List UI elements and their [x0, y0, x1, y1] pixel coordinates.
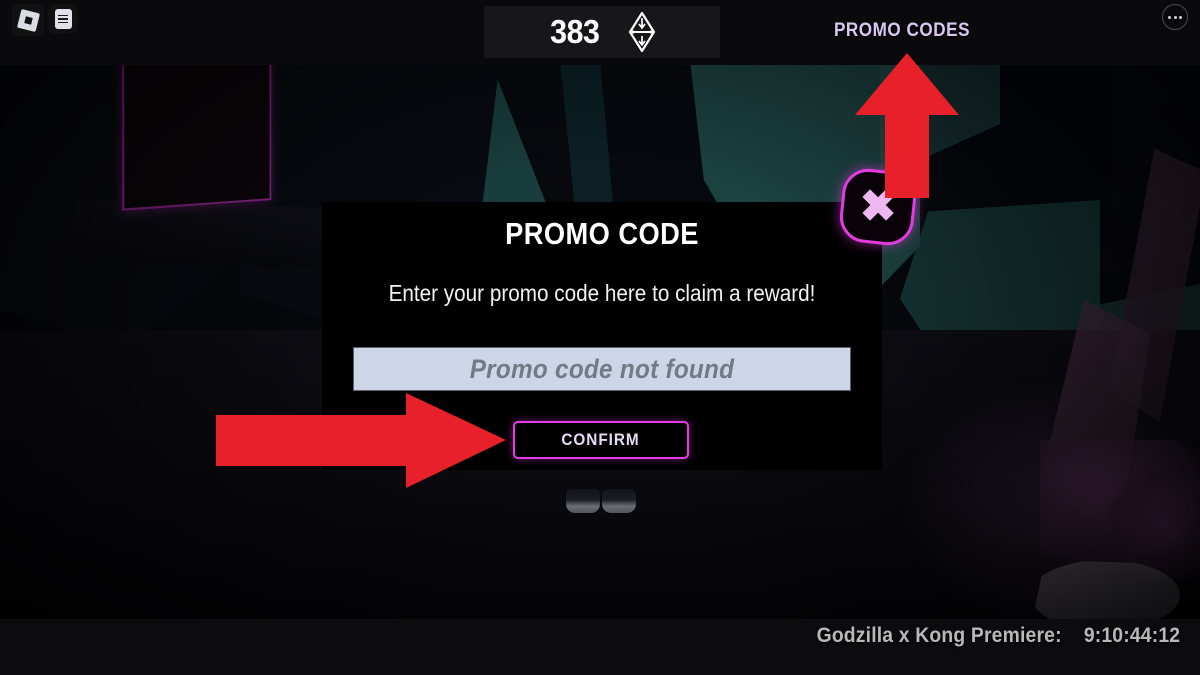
more-options-icon[interactable]: [1162, 4, 1188, 30]
confirm-button-label: CONFIRM: [561, 430, 641, 449]
avatar-shoe-left: [566, 489, 600, 513]
roblox-logo-icon[interactable]: [12, 4, 44, 36]
currency-counter: 383: [484, 6, 720, 58]
menu-sheet-icon[interactable]: [48, 4, 78, 34]
event-countdown-label: Godzilla x Kong Premiere:: [816, 624, 1062, 647]
red-arrow-up-annotation: [855, 53, 959, 198]
dialog-subtitle: Enter your promo code here to claim a re…: [388, 280, 816, 306]
avatar-shoe-right: [602, 489, 636, 513]
promo-code-input-placeholder: Promo code not found: [469, 353, 735, 384]
red-arrow-right-annotation: [216, 393, 506, 488]
poster-neon-frame: [122, 49, 272, 211]
promo-code-input[interactable]: Promo code not found: [353, 347, 851, 391]
event-countdown: Godzilla x Kong Premiere: 9:10:44:12: [816, 624, 1180, 648]
dialog-title: PROMO CODE: [505, 216, 699, 251]
movie-poster-billboard: [122, 49, 272, 211]
promo-codes-button[interactable]: PROMO CODES: [801, 20, 1003, 42]
confirm-button[interactable]: CONFIRM: [513, 421, 689, 459]
gem-icon: [628, 12, 656, 52]
event-countdown-value: 9:10:44:12: [1083, 624, 1180, 647]
top-bar: 383 PROMO CODES: [0, 0, 1200, 65]
currency-amount: 383: [550, 13, 600, 50]
